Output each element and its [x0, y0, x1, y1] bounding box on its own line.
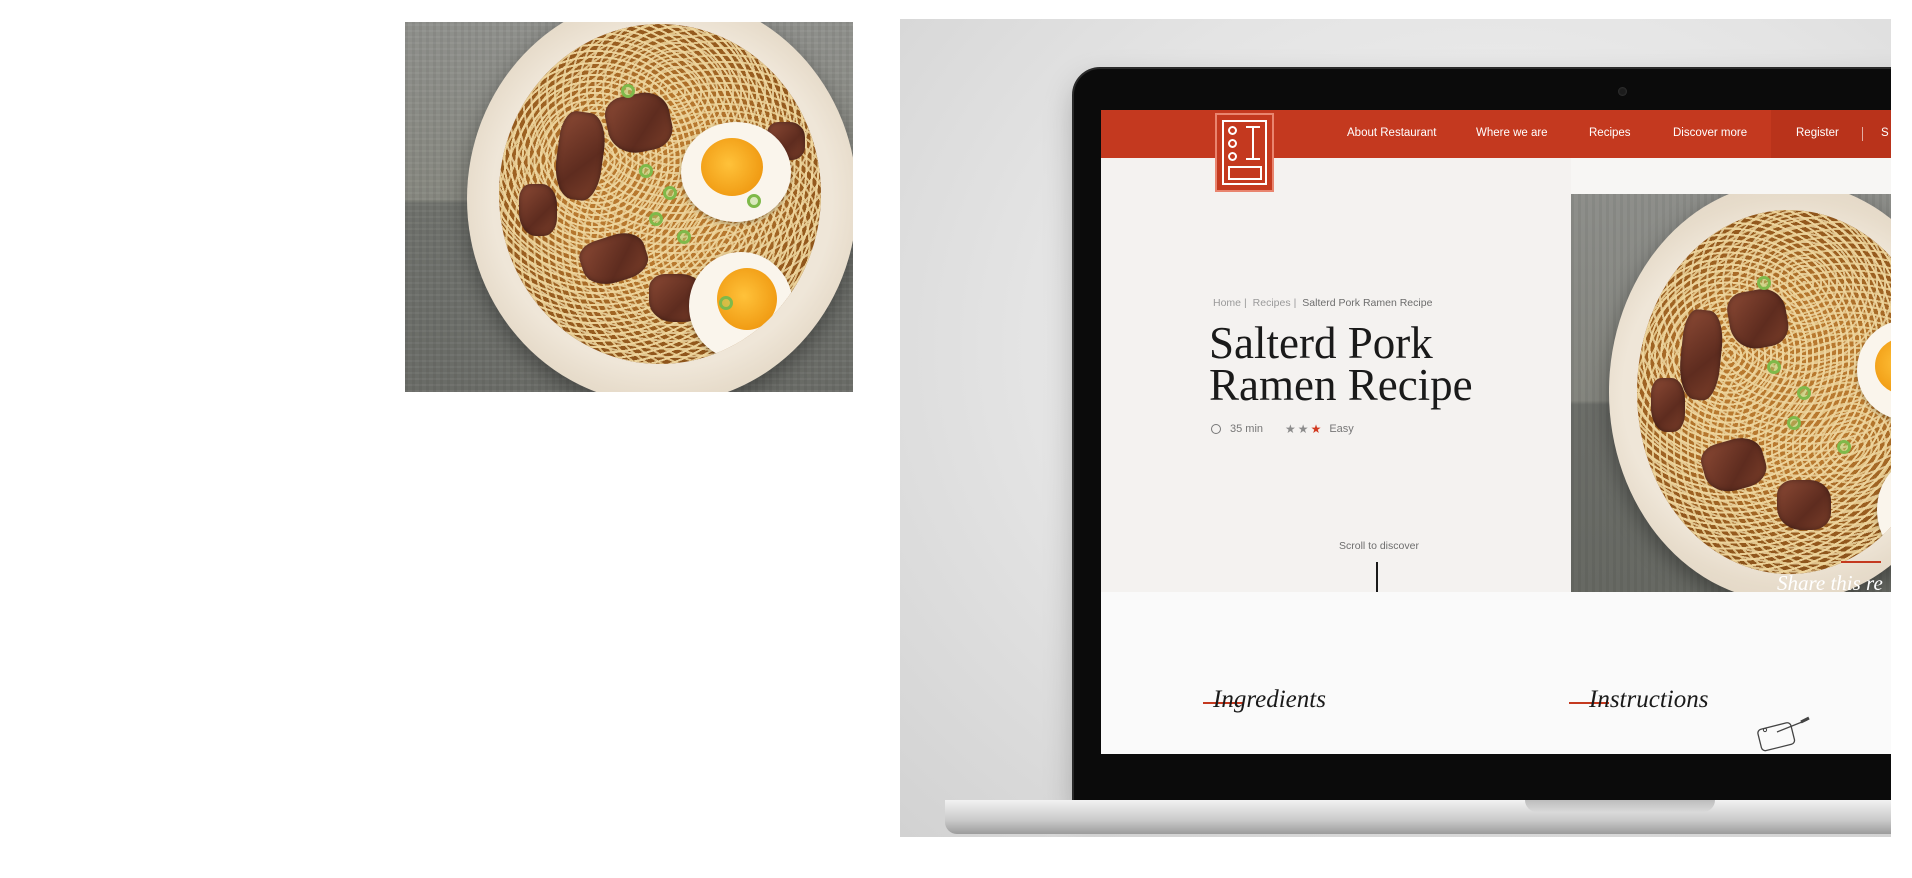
scroll-indicator-line: [1376, 562, 1378, 596]
restaurant-logo[interactable]: [1215, 113, 1274, 192]
logo-dot: [1228, 139, 1237, 148]
page-title: Salterd Pork Ramen Recipe: [1209, 318, 1549, 410]
logo-frame: [1222, 120, 1267, 185]
ramen-broth: [1637, 210, 1891, 574]
logo-bar: [1246, 158, 1260, 160]
cutting-board-icon: [1757, 716, 1810, 752]
nav-divider: [1862, 127, 1863, 141]
logo-dot: [1228, 152, 1237, 161]
ramen-bowl: [467, 22, 853, 392]
laptop-mockup: Share this re About Restaurant Where we …: [900, 19, 1891, 837]
website-screen: Share this re About Restaurant Where we …: [1101, 110, 1891, 754]
nav-item-discover[interactable]: Discover more: [1673, 127, 1747, 139]
scallion: [621, 84, 635, 98]
ramen-photo: [405, 22, 853, 392]
scallion: [1797, 386, 1811, 400]
recipe-time: 35 min: [1230, 423, 1264, 435]
page-title-line1: Salterd Pork: [1209, 318, 1433, 368]
laptop-notch: [1525, 800, 1715, 812]
scallion: [639, 164, 653, 178]
egg-yolk: [1875, 338, 1891, 394]
scallion: [1767, 360, 1781, 374]
logo-bar: [1228, 166, 1262, 180]
recipe-difficulty: Easy: [1329, 423, 1354, 435]
breadcrumb-current: Salterd Pork Ramen Recipe: [1302, 297, 1433, 309]
ramen-broth: [499, 24, 821, 364]
laptop-base: [945, 800, 1891, 834]
star-icon: ★: [1310, 422, 1322, 436]
ramen-bowl: [1609, 194, 1891, 602]
breadcrumb-recipes[interactable]: Recipes: [1253, 297, 1291, 309]
breadcrumb-home[interactable]: Home: [1213, 297, 1241, 309]
register-link[interactable]: Register: [1796, 127, 1839, 139]
nav-item-where[interactable]: Where we are: [1476, 127, 1548, 139]
breadcrumb-separator: |: [1244, 297, 1247, 309]
star-icon: ★: [1297, 422, 1309, 436]
scallion: [663, 186, 677, 200]
nav-item-recipes[interactable]: Recipes: [1589, 127, 1631, 139]
scroll-hint[interactable]: Scroll to discover: [1339, 540, 1419, 552]
star-icon: ★: [1285, 422, 1296, 436]
egg-yolk: [701, 138, 763, 196]
clock-icon: [1211, 424, 1221, 434]
pork-slice: [519, 184, 557, 236]
egg-half: [689, 252, 793, 360]
logo-bar: [1252, 126, 1254, 160]
scallion: [1757, 276, 1771, 290]
breadcrumb: Home | Recipes | Salterd Pork Ramen Recipe: [1213, 297, 1435, 309]
nav-item-cut[interactable]: S: [1881, 127, 1889, 139]
instructions-heading: Instructions: [1589, 686, 1709, 713]
scallion: [747, 194, 761, 208]
share-accent-line: [1841, 561, 1881, 563]
scallion: [1837, 440, 1851, 454]
pork-slice: [1777, 480, 1831, 530]
scallion: [677, 230, 691, 244]
page-title-line2: Ramen Recipe: [1209, 360, 1473, 410]
hero-photo: [1571, 194, 1891, 624]
scallion: [1787, 416, 1801, 430]
breadcrumb-separator: |: [1293, 297, 1297, 309]
nav-item-about[interactable]: About Restaurant: [1347, 127, 1437, 139]
pork-slice: [1651, 378, 1685, 432]
logo-dot: [1228, 126, 1237, 135]
egg-half: [681, 122, 791, 222]
scallion: [719, 296, 733, 310]
scallion: [649, 212, 663, 226]
ingredients-heading: Ingredients: [1213, 686, 1326, 713]
recipe-meta: 35 min ★ ★ ★ Easy: [1211, 422, 1354, 436]
camera-icon: [1618, 87, 1627, 96]
